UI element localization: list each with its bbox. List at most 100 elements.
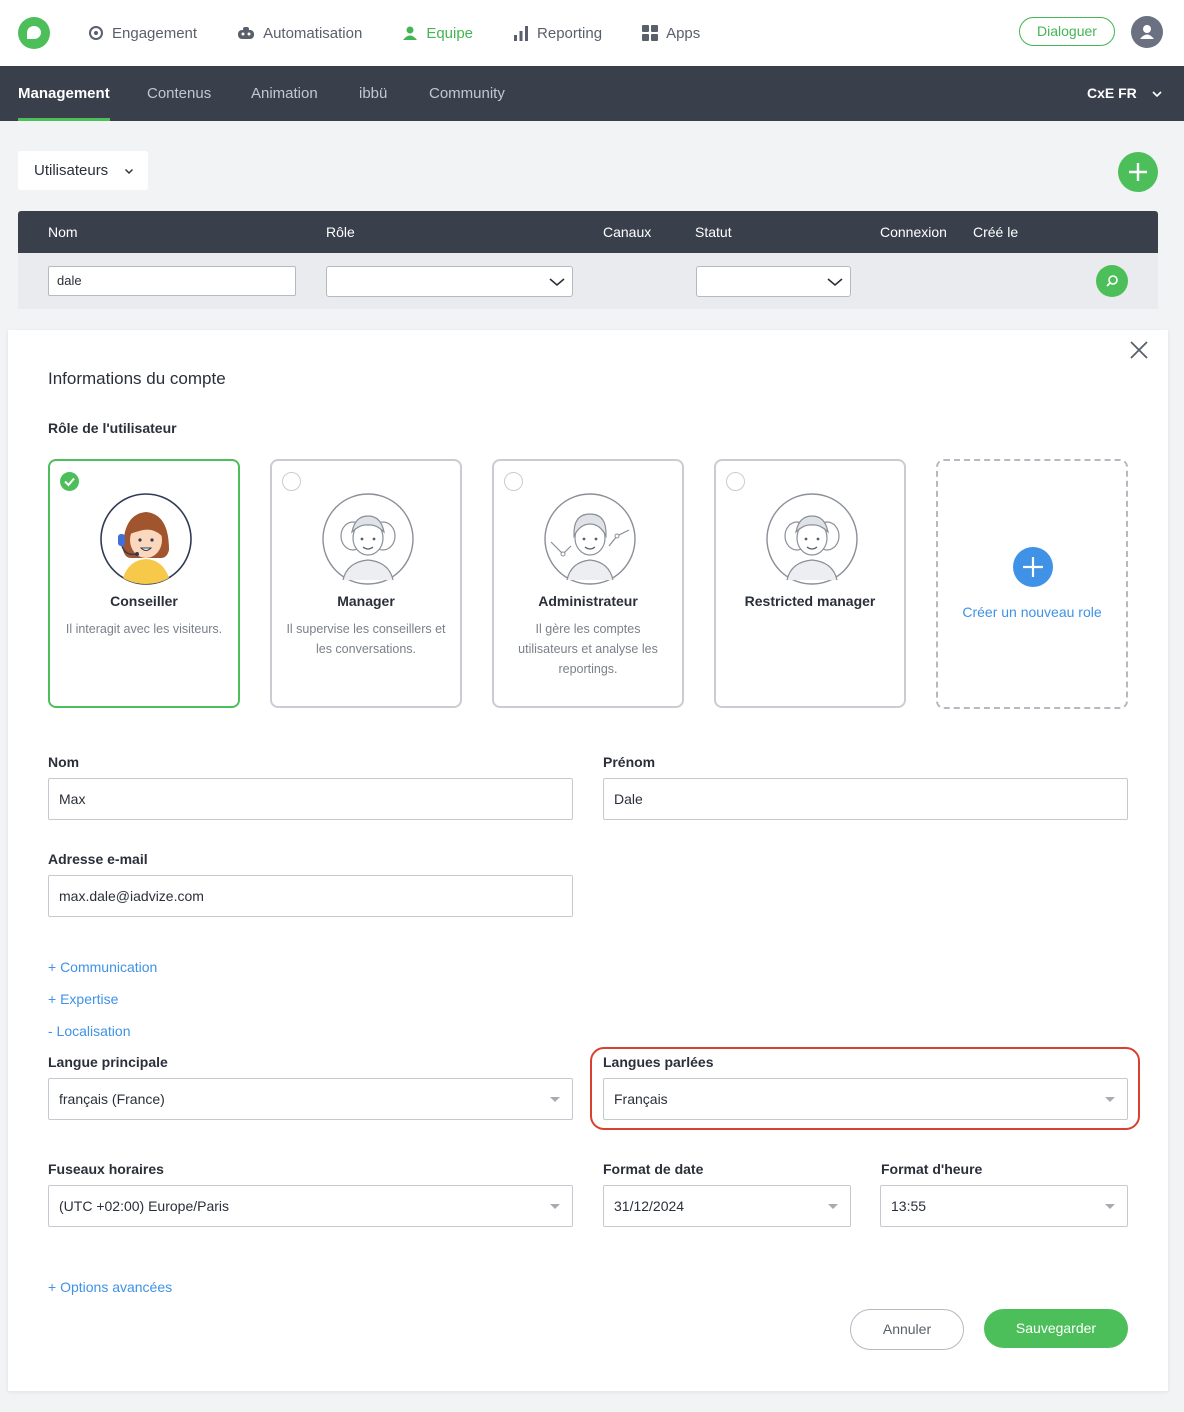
- user-avatar-icon[interactable]: [1131, 16, 1163, 48]
- role-card-manager[interactable]: Manager Il supervise les conseillers et …: [270, 459, 462, 708]
- column-header-canaux[interactable]: Canaux: [603, 211, 651, 253]
- caret-down-icon: [1105, 1097, 1115, 1102]
- check-icon: [64, 477, 75, 487]
- nav-item-reporting[interactable]: Reporting: [513, 25, 602, 42]
- create-role-card[interactable]: Créer un nouveau role: [936, 459, 1128, 709]
- add-user-button[interactable]: [1118, 152, 1158, 192]
- tab-animation[interactable]: Animation: [251, 66, 318, 121]
- langues-parlees-select[interactable]: Français: [603, 1078, 1128, 1120]
- grid-icon: [642, 25, 659, 41]
- nav-label: Equipe: [426, 24, 474, 42]
- prenom-input[interactable]: Dale: [603, 778, 1128, 820]
- column-header-nom[interactable]: Nom: [48, 211, 78, 253]
- column-header-role[interactable]: Rôle: [326, 211, 355, 253]
- localisation-toggle-link[interactable]: - Localisation: [48, 1023, 131, 1039]
- column-header-cree-le[interactable]: Créé le: [973, 211, 1018, 253]
- search-button[interactable]: [1096, 265, 1128, 297]
- tab-contenus[interactable]: Contenus: [147, 66, 211, 121]
- manager-avatar-icon: [322, 493, 414, 585]
- close-icon[interactable]: [1128, 339, 1150, 361]
- chevron-down-icon: [1152, 91, 1162, 98]
- role-description: Il interagit avec les visiteurs.: [65, 622, 223, 636]
- communication-toggle-link[interactable]: + Communication: [48, 959, 157, 975]
- time-format-label: Format d'heure: [881, 1161, 983, 1177]
- nav-label: Reporting: [537, 24, 603, 42]
- nav-item-equipe[interactable]: Equipe: [402, 25, 473, 42]
- advanced-options-link[interactable]: + Options avancées: [48, 1279, 172, 1295]
- chevron-down-icon: [827, 278, 843, 287]
- role-label: Rôle de l'utilisateur: [48, 420, 177, 436]
- save-button[interactable]: Sauvegarder: [984, 1309, 1128, 1348]
- nav-label: Apps: [666, 24, 701, 42]
- filter-row: dale: [18, 253, 1158, 309]
- robot-icon: [238, 27, 255, 39]
- date-format-value: 31/12/2024: [614, 1198, 685, 1214]
- sub-nav: Management Contenus Animation ibbü Commu…: [0, 66, 1184, 121]
- role-filter-select[interactable]: [326, 266, 573, 297]
- role-card-administrateur[interactable]: Administrateur Il gère les comptes utili…: [492, 459, 684, 708]
- org-selector[interactable]: CxE FR: [1087, 66, 1163, 121]
- administrator-avatar-icon: [544, 493, 636, 585]
- caret-down-icon: [828, 1204, 838, 1209]
- role-radio[interactable]: [726, 472, 745, 491]
- langue-principale-label: Langue principale: [48, 1054, 168, 1070]
- nom-label: Nom: [48, 754, 80, 770]
- prenom-label: Prénom: [603, 754, 656, 770]
- cancel-button[interactable]: Annuler: [850, 1309, 964, 1350]
- table-header: Nom Rôle Canaux Statut Connexion Créé le: [18, 211, 1158, 253]
- view-select-label: Utilisateurs: [34, 162, 109, 179]
- restricted-manager-avatar-icon: [766, 493, 858, 585]
- name-filter-input[interactable]: dale: [48, 266, 296, 296]
- role-name: Administrateur: [538, 593, 638, 609]
- date-format-select[interactable]: 31/12/2024: [603, 1185, 851, 1227]
- panel-title: Informations du compte: [48, 369, 226, 388]
- search-icon: [1106, 275, 1118, 287]
- time-format-value: 13:55: [891, 1198, 927, 1214]
- fuseau-select[interactable]: (UTC +02:00) Europe/Paris: [48, 1185, 573, 1227]
- role-name: Restricted manager: [744, 593, 876, 609]
- langues-parlees-value: Français: [614, 1091, 668, 1107]
- top-bar: Engagement Automatisation Equipe Reporti…: [0, 0, 1184, 66]
- role-card-restricted-manager[interactable]: Restricted manager: [714, 459, 906, 708]
- email-label: Adresse e-mail: [48, 851, 148, 867]
- nav-item-engagement[interactable]: Engagement: [88, 25, 197, 42]
- column-header-statut[interactable]: Statut: [695, 211, 732, 253]
- expertise-toggle-link[interactable]: + Expertise: [48, 991, 118, 1007]
- caret-down-icon: [1105, 1204, 1115, 1209]
- nav-label: Automatisation: [263, 24, 363, 42]
- main-nav: Engagement Automatisation Equipe Reporti…: [88, 0, 740, 66]
- role-card-conseiller[interactable]: Conseiller Il interagit avec les visiteu…: [48, 459, 240, 708]
- person-icon: [403, 26, 418, 40]
- dialog-button[interactable]: Dialoguer: [1019, 17, 1115, 46]
- caret-down-icon: [550, 1204, 560, 1209]
- caret-down-icon: [550, 1097, 560, 1102]
- role-radio[interactable]: [504, 472, 523, 491]
- tab-ibbu[interactable]: ibbü: [359, 66, 387, 121]
- fuseau-label: Fuseaux horaires: [48, 1161, 164, 1177]
- create-role-label: Créer un nouveau role: [962, 604, 1102, 620]
- role-radio[interactable]: [60, 472, 79, 491]
- status-filter-select[interactable]: [696, 266, 851, 297]
- logo-icon[interactable]: [18, 17, 50, 49]
- advisor-avatar-icon: [100, 493, 192, 585]
- role-description: Il gère les comptes utilisateurs et anal…: [518, 622, 658, 676]
- chevron-down-icon: [549, 278, 565, 287]
- org-label: CxE FR: [1087, 85, 1137, 101]
- langues-parlees-label: Langues parlées: [603, 1054, 714, 1070]
- langue-principale-select[interactable]: français (France): [48, 1078, 573, 1120]
- view-select[interactable]: Utilisateurs: [18, 151, 148, 190]
- langue-principale-value: français (France): [59, 1091, 165, 1107]
- column-header-connexion[interactable]: Connexion: [880, 211, 947, 253]
- time-format-select[interactable]: 13:55: [880, 1185, 1128, 1227]
- tab-community[interactable]: Community: [429, 66, 505, 121]
- nav-label: Engagement: [112, 24, 198, 42]
- tab-management[interactable]: Management: [18, 66, 110, 121]
- role-name: Manager: [337, 593, 395, 609]
- email-input[interactable]: max.dale@iadvize.com: [48, 875, 573, 917]
- role-radio[interactable]: [282, 472, 301, 491]
- nav-item-automatisation[interactable]: Automatisation: [237, 25, 362, 42]
- target-icon: [89, 26, 103, 40]
- date-format-label: Format de date: [603, 1161, 704, 1177]
- nom-input[interactable]: Max: [48, 778, 573, 820]
- nav-item-apps[interactable]: Apps: [642, 25, 700, 42]
